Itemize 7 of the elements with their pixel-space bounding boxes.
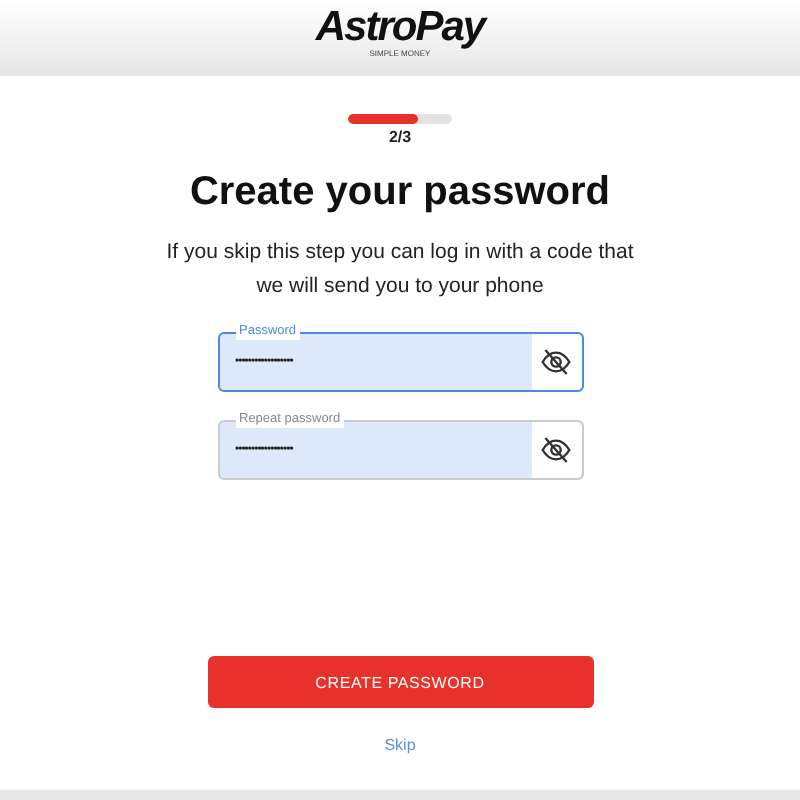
hidden-eye-icon[interactable] (540, 346, 572, 378)
hidden-eye-icon[interactable] (540, 434, 572, 466)
description: If you skip this step you can log in with a code that we will send you to your phone (164, 238, 636, 302)
page-title: Create your password (189, 170, 611, 216)
logo: AstroPay (315, 8, 485, 48)
step-counter: 2/3 (388, 128, 412, 146)
create-password-button[interactable]: CREATE PASSWORD (207, 656, 593, 708)
